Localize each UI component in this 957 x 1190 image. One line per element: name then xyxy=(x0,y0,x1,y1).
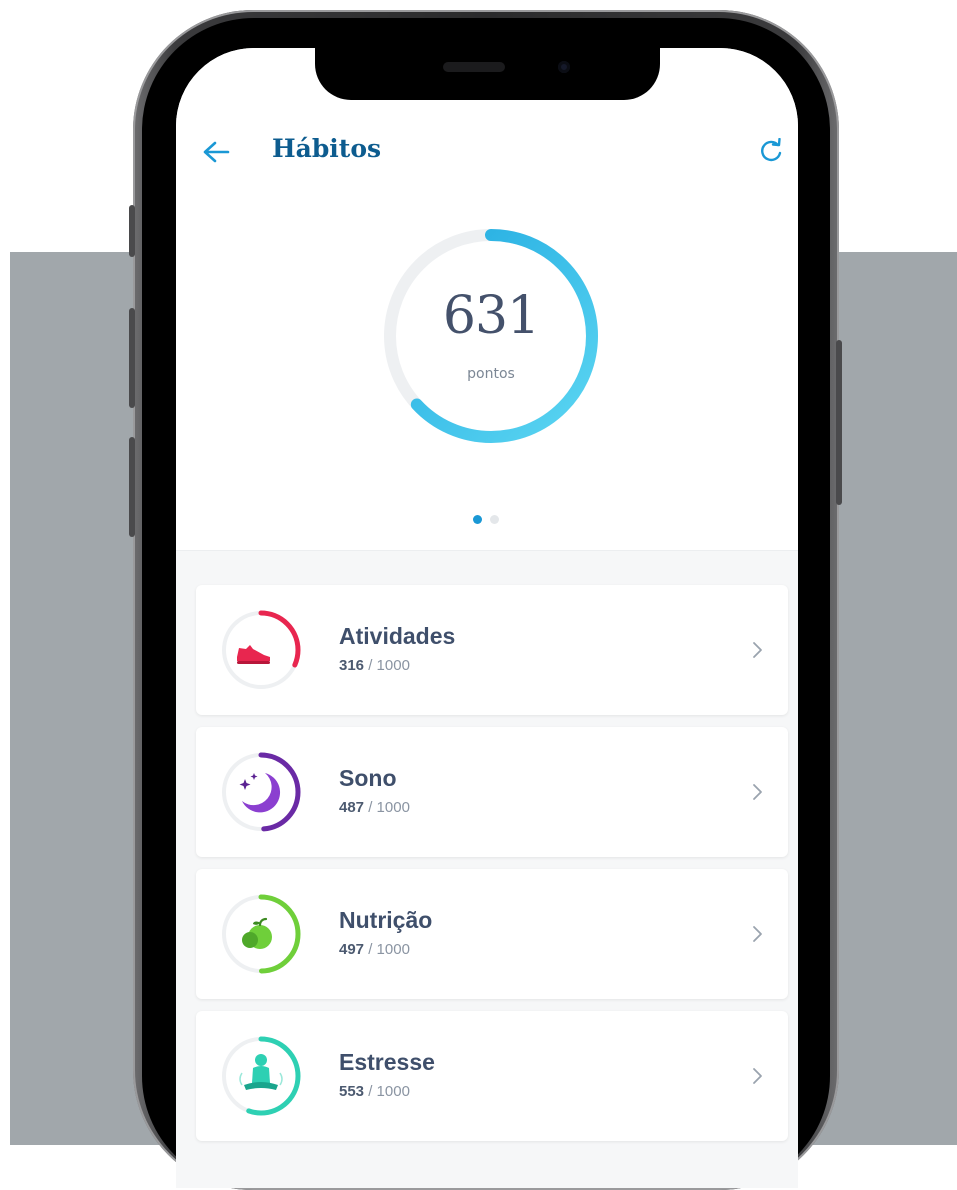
chevron-right-icon xyxy=(753,784,762,800)
habit-score: 487 / 1000 xyxy=(339,799,410,816)
chevron-right-icon xyxy=(753,926,762,942)
page-indicator xyxy=(473,515,499,524)
habit-card-sono[interactable]: Sono 487 / 1000 xyxy=(196,727,788,857)
habit-score: 316 / 1000 xyxy=(339,657,410,674)
habit-progress-ring xyxy=(221,1036,301,1116)
meditation-icon xyxy=(239,1054,283,1090)
habit-score-current: 316 xyxy=(339,657,365,674)
habit-score-current: 553 xyxy=(339,1083,365,1100)
apple-icon xyxy=(242,917,272,949)
page-dot-1[interactable] xyxy=(473,515,482,524)
habit-score-total: 1000 xyxy=(376,799,410,816)
score-header: Hábitos 631 pontos xyxy=(176,48,798,551)
silent-switch xyxy=(129,205,135,257)
back-button[interactable] xyxy=(200,136,232,168)
refresh-icon xyxy=(761,138,782,162)
habit-name: Atividades xyxy=(339,623,456,649)
habit-score-total: 1000 xyxy=(376,657,410,674)
habit-name: Estresse xyxy=(339,1049,435,1075)
chevron-right-icon xyxy=(753,642,762,658)
habit-name: Nutrição xyxy=(339,907,433,933)
power-button xyxy=(836,340,842,505)
habit-score-current: 487 xyxy=(339,799,365,816)
habit-card-nutricao[interactable]: Nutrição 497 / 1000 xyxy=(196,869,788,999)
front-camera xyxy=(558,61,570,73)
habit-name: Sono xyxy=(339,765,397,791)
habit-progress-ring xyxy=(221,894,301,974)
habit-score-current: 497 xyxy=(339,941,365,958)
app-screen: Hábitos 631 pontos Atividades 316 / 1000… xyxy=(176,48,798,1188)
habit-score: 497 / 1000 xyxy=(339,941,410,958)
habit-progress-ring xyxy=(221,752,301,832)
habit-progress-ring xyxy=(221,610,301,690)
score-label: pontos xyxy=(467,366,515,382)
sneaker-icon xyxy=(237,645,270,664)
habit-score-total: 1000 xyxy=(376,1083,410,1100)
speaker-grille xyxy=(443,62,505,72)
refresh-button[interactable] xyxy=(756,136,786,166)
volume-down-button xyxy=(129,437,135,537)
habit-score-total: 1000 xyxy=(376,941,410,958)
chevron-right-icon xyxy=(753,1068,762,1084)
habit-card-estresse[interactable]: Estresse 553 / 1000 xyxy=(196,1011,788,1141)
phone-notch xyxy=(315,40,660,100)
page-title: Hábitos xyxy=(272,134,382,163)
habit-score: 553 / 1000 xyxy=(339,1083,410,1100)
score-value: 631 xyxy=(442,286,540,346)
moon-stars-icon xyxy=(239,773,281,813)
arrow-left-icon xyxy=(203,141,230,163)
volume-up-button xyxy=(129,308,135,408)
habit-card-atividades[interactable]: Atividades 316 / 1000 xyxy=(196,585,788,715)
page-dot-2[interactable] xyxy=(490,515,499,524)
